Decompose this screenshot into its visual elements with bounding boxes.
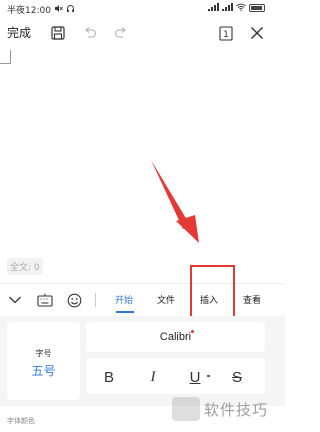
watermark-text: 软件技巧	[204, 400, 269, 419]
word-count-badge: 全文: 0	[7, 258, 43, 275]
editor-toolbar: 完成 1	[0, 18, 285, 48]
tab-view[interactable]: 查看	[243, 293, 261, 306]
mute-icon	[54, 4, 63, 15]
font-size-label: 字号	[35, 349, 52, 358]
signal-icon	[222, 3, 233, 13]
wifi-icon	[236, 3, 246, 13]
active-tab-indicator	[116, 311, 134, 313]
watermark: 软件技巧	[172, 392, 268, 426]
page-count: 1	[223, 30, 229, 40]
status-left: 半夜12:00	[7, 3, 75, 16]
done-button[interactable]: 完成	[7, 24, 31, 41]
signal-icon	[208, 3, 219, 13]
page-corner-mark	[0, 50, 11, 64]
status-bar: 半夜12:00	[0, 0, 285, 18]
italic-button[interactable]: I	[142, 366, 164, 388]
chevron-down-icon[interactable]	[5, 290, 25, 310]
redo-icon[interactable]	[111, 23, 131, 43]
strikethrough-button[interactable]: S	[226, 366, 248, 388]
close-icon[interactable]	[247, 23, 267, 43]
document-canvas[interactable]	[0, 48, 285, 258]
font-size-value: 五号	[31, 364, 56, 378]
watermark-logo	[172, 397, 200, 421]
save-icon[interactable]	[48, 23, 68, 43]
emoji-icon[interactable]	[64, 290, 84, 310]
font-family-card[interactable]: Calibri	[86, 322, 265, 352]
ribbon-tab-bar: 开始 文件 插入 查看	[0, 283, 285, 315]
headphones-icon	[66, 4, 75, 15]
tab-start[interactable]: 开始	[115, 293, 133, 306]
page-count-icon[interactable]: 1	[216, 23, 236, 43]
undo-icon[interactable]	[80, 23, 100, 43]
ribbon-divider	[95, 293, 96, 307]
text-style-card: B I U S	[86, 358, 265, 394]
font-family-name: Calibri	[159, 331, 192, 343]
underline-button[interactable]: U	[184, 366, 206, 388]
status-time: 半夜12:00	[7, 6, 51, 16]
tab-file[interactable]: 文件	[157, 293, 175, 306]
underline-options-dot[interactable]	[207, 375, 210, 377]
font-color-label: 字体颜色	[7, 417, 35, 425]
font-indicator-dot	[191, 330, 194, 333]
bold-button[interactable]: B	[98, 366, 120, 388]
battery-icon	[249, 4, 265, 12]
keyboard-icon[interactable]	[35, 290, 55, 310]
status-right	[208, 3, 265, 13]
font-size-card[interactable]: 字号 五号	[7, 322, 80, 400]
